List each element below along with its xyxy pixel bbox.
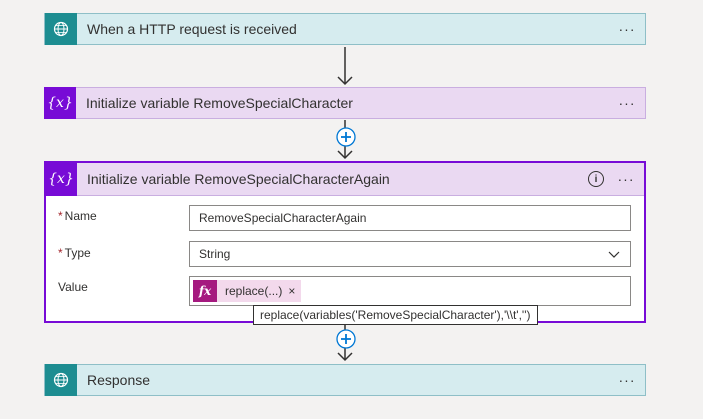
- step-title: Initialize variable RemoveSpecialCharact…: [87, 171, 390, 187]
- step-title: When a HTTP request is received: [87, 21, 297, 37]
- expression-token-label: replace(...): [225, 284, 283, 298]
- value-input[interactable]: fx replace(...) ×: [189, 276, 631, 306]
- name-input[interactable]: RemoveSpecialCharacterAgain: [189, 205, 631, 231]
- response-header[interactable]: Response ···: [44, 364, 646, 396]
- globe-icon: [45, 364, 77, 396]
- name-field-label: * Name: [58, 209, 97, 223]
- type-select-value: String: [199, 247, 231, 261]
- more-options-button[interactable]: ···: [608, 171, 644, 187]
- variable-icon: {x}: [44, 87, 76, 119]
- more-options-button[interactable]: ···: [609, 372, 645, 388]
- more-options-button[interactable]: ···: [609, 21, 645, 37]
- insert-step-button[interactable]: [336, 329, 356, 349]
- step-title: Response: [87, 372, 151, 388]
- trigger-card[interactable]: When a HTTP request is received ···: [44, 13, 646, 45]
- expression-token[interactable]: fx replace(...) ×: [193, 280, 302, 302]
- more-options-button[interactable]: ···: [609, 95, 645, 111]
- init-variable-header[interactable]: {x} Initialize variable RemoveSpecialCha…: [44, 87, 646, 119]
- info-icon[interactable]: i: [588, 171, 604, 187]
- type-select[interactable]: String: [189, 241, 631, 267]
- required-marker: *: [58, 209, 63, 223]
- expression-icon: fx: [193, 280, 217, 302]
- trigger-header[interactable]: When a HTTP request is received ···: [44, 13, 646, 45]
- insert-step-button[interactable]: [336, 127, 356, 147]
- type-field-label: * Type: [58, 246, 91, 260]
- init-variable-card[interactable]: {x} Initialize variable RemoveSpecialCha…: [44, 87, 646, 119]
- tooltip-text: replace(variables('RemoveSpecialCharacte…: [260, 308, 531, 322]
- variable-icon: {x}: [45, 162, 77, 196]
- step-title: Initialize variable RemoveSpecialCharact…: [86, 95, 353, 111]
- response-card[interactable]: Response ···: [44, 364, 646, 396]
- init-variable-expanded-card[interactable]: {x} Initialize variable RemoveSpecialCha…: [44, 161, 646, 323]
- value-field-label: Value: [58, 280, 88, 294]
- name-input-value: RemoveSpecialCharacterAgain: [199, 211, 367, 225]
- expression-tooltip: replace(variables('RemoveSpecialCharacte…: [253, 305, 538, 325]
- init-variable-header[interactable]: {x} Initialize variable RemoveSpecialCha…: [45, 162, 644, 196]
- field-label-text: Type: [64, 246, 91, 260]
- remove-token-button[interactable]: ×: [288, 284, 301, 298]
- required-marker: *: [58, 246, 63, 260]
- field-label-text: Name: [64, 209, 97, 223]
- chevron-down-icon: [608, 251, 620, 258]
- globe-icon: [45, 13, 77, 45]
- field-label-text: Value: [58, 280, 88, 294]
